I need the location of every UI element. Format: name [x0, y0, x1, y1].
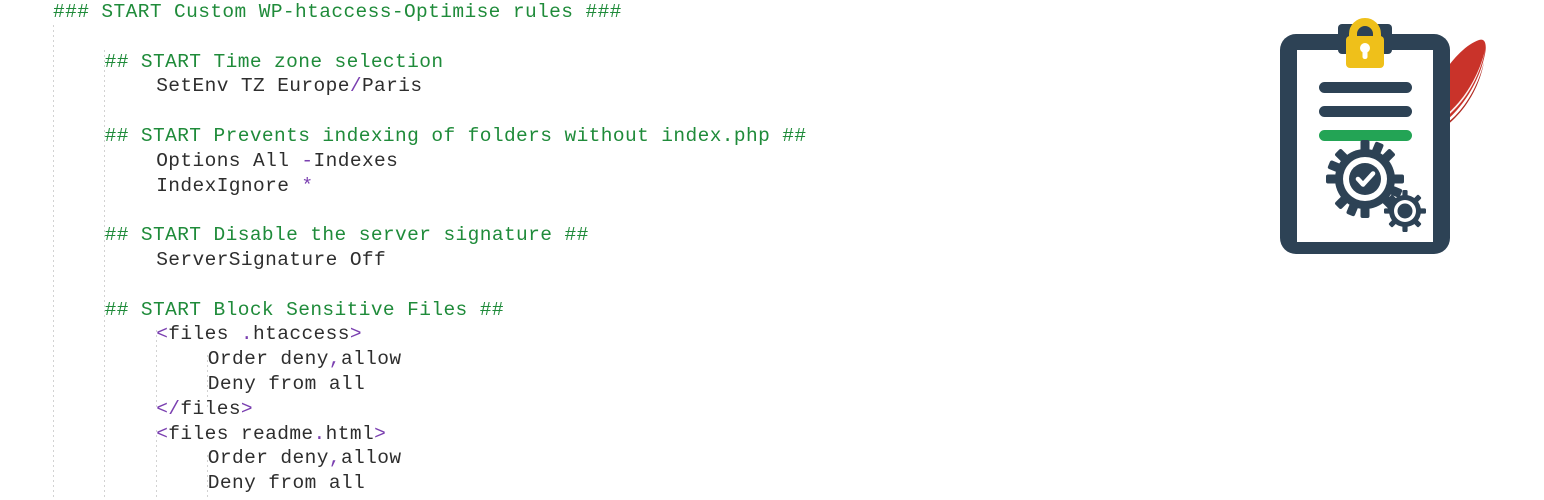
code-token-punct: </ — [156, 397, 181, 420]
code-token-plain: Order deny — [207, 447, 329, 470]
code-line[interactable]: SetEnv TZ Europe/Paris — [0, 74, 1260, 99]
code-token-plain: files — [168, 323, 241, 346]
code-token-plain: files readme — [168, 422, 314, 445]
document-text-lines — [1319, 82, 1412, 141]
code-token-punct: > — [240, 397, 254, 420]
code-line-blank[interactable] — [0, 198, 1260, 223]
code-token-punct: < — [156, 422, 169, 445]
code-token-comment: ## START Block Sensitive Files ## — [104, 298, 504, 321]
code-token-punct: > — [374, 422, 387, 445]
code-line[interactable]: ServerSignature Off — [0, 248, 1260, 273]
code-token-plain: htaccess — [253, 323, 350, 346]
code-token-punct: * — [301, 174, 314, 197]
line-2 — [1319, 106, 1412, 117]
code-token-punct: , — [328, 348, 341, 371]
code-line[interactable]: Deny from all — [0, 372, 1260, 397]
code-line-blank[interactable] — [0, 273, 1260, 298]
code-token-punct: - — [301, 149, 314, 172]
code-token-plain: Deny from all — [207, 472, 366, 495]
code-line[interactable]: ## START Time zone selection — [0, 50, 1260, 75]
code-line[interactable]: Order deny,allow — [0, 446, 1260, 471]
code-line[interactable]: <files .htaccess> — [0, 322, 1260, 347]
code-token-plain: Options All — [156, 149, 302, 172]
code-token-plain: ServerSignature Off — [156, 248, 387, 271]
code-token-plain: Indexes — [313, 149, 399, 172]
code-line[interactable]: ## START Disable the server signature ## — [0, 223, 1260, 248]
code-token-punct: . — [240, 323, 254, 346]
code-line[interactable]: Order deny,allow — [0, 347, 1260, 372]
code-line-list[interactable]: ### START Custom WP-htaccess-Optimise ru… — [0, 0, 1260, 496]
code-line[interactable]: ## START Prevents indexing of folders wi… — [0, 124, 1260, 149]
code-token-comment: ### START Custom WP-htaccess-Optimise ru… — [53, 1, 622, 23]
code-token-plain: IndexIgnore — [156, 174, 302, 197]
code-line[interactable]: <files readme.html> — [0, 422, 1260, 447]
code-line-blank[interactable] — [0, 99, 1260, 124]
code-token-comment: ## START Disable the server signature ## — [104, 224, 589, 247]
code-token-plain: Paris — [361, 75, 423, 98]
code-token-punct: > — [349, 323, 362, 346]
code-line[interactable]: ### START Custom WP-htaccess-Optimise ru… — [0, 0, 1260, 25]
code-token-plain: SetEnv TZ Europe — [156, 75, 350, 98]
code-token-punct: < — [156, 323, 169, 346]
secured-htaccess-clipboard-illustration — [1275, 14, 1535, 274]
screenshot-root: ### START Custom WP-htaccess-Optimise ru… — [0, 0, 1544, 500]
code-token-comment: ## START Prevents indexing of folders wi… — [104, 124, 807, 147]
code-token-plain: html — [325, 422, 375, 445]
line-3-highlighted — [1319, 130, 1412, 141]
line-1 — [1319, 82, 1412, 93]
small-gear-icon — [1384, 190, 1426, 232]
code-token-comment: ## START Time zone selection — [104, 50, 444, 73]
code-token-plain: allow — [340, 447, 402, 470]
code-token-plain: Order deny — [207, 348, 329, 371]
code-line[interactable]: </files> — [0, 397, 1260, 422]
code-token-punct: , — [328, 447, 341, 470]
code-token-plain: files — [180, 397, 241, 420]
code-line[interactable]: IndexIgnore * — [0, 174, 1260, 199]
code-token-plain: allow — [340, 348, 402, 371]
code-line-blank[interactable] — [0, 25, 1260, 50]
code-token-punct: . — [313, 422, 326, 445]
code-line[interactable]: Options All -Indexes — [0, 149, 1260, 174]
code-token-punct: / — [349, 75, 362, 98]
code-token-plain: Deny from all — [207, 372, 366, 395]
code-line[interactable]: ## START Block Sensitive Files ## — [0, 298, 1260, 323]
code-editor-pane[interactable]: ### START Custom WP-htaccess-Optimise ru… — [0, 0, 1260, 500]
code-line[interactable]: Deny from all — [0, 471, 1260, 496]
